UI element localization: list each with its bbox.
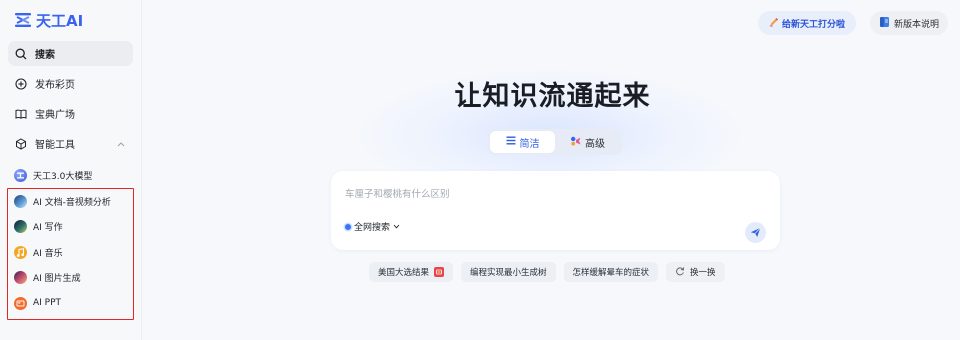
page-title: 让知识流通起来 [454,81,651,112]
sidebar-item-search[interactable]: 搜索 [8,41,133,66]
send-icon [750,223,761,242]
chevron-up-icon[interactable] [117,139,125,150]
suggestion-chip[interactable]: 美国大选结果 [369,262,454,282]
tab-simple[interactable]: 简洁 [490,131,555,153]
tiangong-logo-icon [14,12,32,28]
release-notes-icon [879,16,890,31]
send-button[interactable] [745,222,766,243]
mode-switch: 简洁 高级 [488,129,622,155]
pencil-icon [769,17,779,30]
list-icon [506,136,516,148]
search-scope-label: 全网搜索 [354,223,391,233]
suggestion-chip[interactable]: 编程实现最小生成树 [461,262,556,282]
release-notes-label: 新版本说明 [893,19,939,30]
search-scope-dropdown[interactable]: 全网搜索 [345,220,400,233]
hot-icon [434,267,445,277]
tab-label: 简洁 [519,138,540,150]
search-icon [14,47,28,61]
rate-button[interactable]: 给新天工打分啦 [758,11,856,35]
suggestion-chip[interactable]: 怎样缓解晕车的症状 [563,262,659,282]
suggestion-label: 怎样缓解晕车的症状 [572,268,650,278]
suggestion-list: 美国大选结果 编程实现最小生成树 怎样缓解晕车的症状 换一换 [369,262,725,282]
refresh-icon [675,266,685,279]
sidebar: 天工AI 搜索 发布彩页 宝典广场 智能工具 天工3.0大模型 AI 文档-音视… [0,0,142,340]
tiangong-avatar-icon [14,169,27,182]
release-notes-button[interactable]: 新版本说明 [870,11,948,35]
search-input[interactable] [345,185,745,203]
tool-item-tiangong[interactable]: 天工3.0大模型 [8,165,133,186]
suggestion-label: 美国大选结果 [378,268,430,278]
tab-label: 高级 [585,138,605,150]
chevron-down-icon [393,222,400,232]
logo[interactable]: 天工AI [14,10,83,30]
sidebar-item-label: 智能工具 [35,140,75,151]
suggestion-label: 编程实现最小生成树 [470,268,547,278]
tool-highlight-box [7,188,134,320]
tool-label: 天工3.0大模型 [33,172,93,182]
globe-dot-icon [345,223,351,230]
search-box: 全网搜索 [331,171,780,250]
advanced-icon [570,136,581,149]
cube-icon [14,137,28,151]
tab-advanced[interactable]: 高级 [555,131,620,153]
logo-text: 天工AI [36,11,84,30]
rate-button-label: 给新天工打分啦 [781,19,845,30]
refresh-label: 换一换 [690,268,716,278]
refresh-suggestions-button[interactable]: 换一换 [666,262,725,282]
sidebar-item-tools[interactable]: 智能工具 [8,131,133,156]
sidebar-item-label: 搜索 [35,50,55,61]
